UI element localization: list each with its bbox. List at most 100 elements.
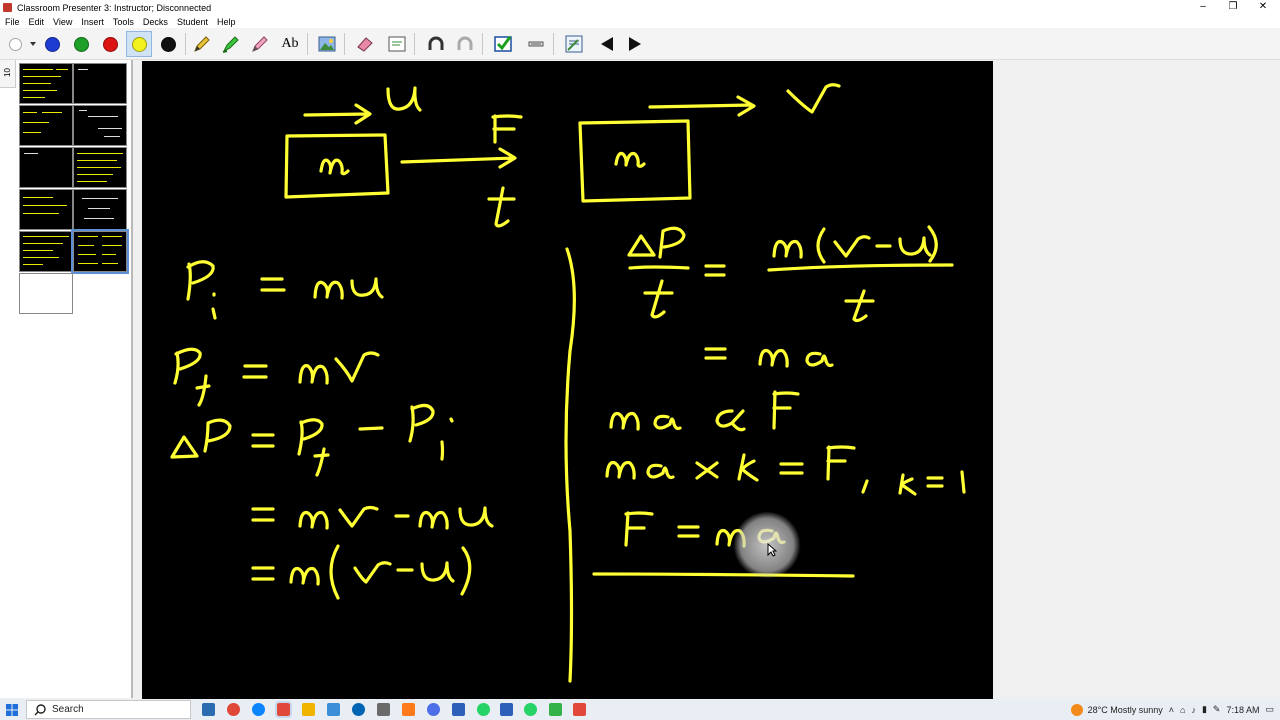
toolbar-divider bbox=[344, 33, 345, 55]
notification-icon[interactable]: ▭ bbox=[1265, 704, 1274, 715]
media-icon[interactable] bbox=[477, 703, 490, 716]
red-pen-button[interactable] bbox=[97, 31, 123, 57]
battery-icon[interactable]: ▮ bbox=[1202, 704, 1207, 715]
blue-pen-button[interactable] bbox=[39, 31, 65, 57]
image-icon bbox=[318, 36, 336, 52]
store-icon[interactable] bbox=[327, 703, 340, 716]
menu-help[interactable]: Help bbox=[217, 17, 236, 27]
slide-thumbnail-6[interactable] bbox=[73, 147, 127, 188]
edge-icon[interactable] bbox=[252, 703, 265, 716]
ink-letter-F bbox=[491, 114, 523, 144]
insert-image-button[interactable] bbox=[314, 31, 340, 57]
redo-button[interactable] bbox=[452, 31, 478, 57]
menu-tools[interactable]: Tools bbox=[113, 17, 134, 27]
volume-icon[interactable]: ♪ bbox=[1191, 705, 1196, 715]
text-tool-button[interactable]: Ab bbox=[277, 31, 303, 57]
camtasia-icon[interactable] bbox=[549, 703, 562, 716]
slide-layout-icon bbox=[565, 35, 583, 53]
presenter-icon[interactable] bbox=[573, 703, 586, 716]
network-icon[interactable]: ⌂ bbox=[1180, 705, 1185, 715]
ink-pf-2 bbox=[297, 418, 330, 477]
slide-thumbnail-7[interactable] bbox=[19, 189, 73, 230]
chrome-icon[interactable] bbox=[352, 703, 365, 716]
undo-button[interactable] bbox=[423, 31, 449, 57]
menu-insert[interactable]: Insert bbox=[81, 17, 104, 27]
ink-m-v-u bbox=[289, 544, 472, 600]
submit-slide-button[interactable] bbox=[490, 31, 516, 57]
arrow-right-icon bbox=[629, 37, 641, 51]
mail-icon[interactable] bbox=[377, 703, 390, 716]
previous-slide-button[interactable] bbox=[594, 31, 620, 57]
ink-ma-k-f bbox=[605, 445, 966, 496]
ink-underline bbox=[592, 572, 855, 578]
link-button[interactable] bbox=[523, 31, 549, 57]
camera-icon[interactable] bbox=[402, 703, 415, 716]
ink-box-left bbox=[284, 133, 390, 199]
minimize-button[interactable]: – bbox=[1188, 0, 1218, 15]
slide-thumbnail-5[interactable] bbox=[19, 147, 73, 188]
menu-file[interactable]: File bbox=[5, 17, 20, 27]
eraser-pen-button[interactable] bbox=[247, 31, 273, 57]
menu-edit[interactable]: Edit bbox=[29, 17, 45, 27]
slide-canvas[interactable] bbox=[142, 61, 993, 699]
weather-text[interactable]: 28°C Mostly sunny bbox=[1088, 705, 1163, 715]
ink-mv-mu bbox=[298, 505, 494, 530]
pen-style-dropdown[interactable] bbox=[28, 31, 38, 57]
ink-letter-v bbox=[786, 83, 841, 114]
highlighter-icon bbox=[222, 36, 239, 53]
slide-layout-button[interactable] bbox=[561, 31, 587, 57]
slide-thumbnail-1[interactable] bbox=[19, 63, 73, 104]
next-slide-button[interactable] bbox=[622, 31, 648, 57]
slide-thumbnail-11[interactable] bbox=[19, 273, 73, 314]
toolbar-divider bbox=[414, 33, 415, 55]
search-placeholder: Search bbox=[52, 704, 84, 715]
search-icon bbox=[34, 703, 46, 715]
yellow-pen-button[interactable] bbox=[126, 31, 152, 57]
ink-pf bbox=[173, 347, 211, 407]
file-explorer-icon[interactable] bbox=[302, 703, 315, 716]
pen-style-button[interactable] bbox=[2, 31, 28, 57]
slide-thumbnail-9[interactable] bbox=[19, 231, 73, 272]
clock[interactable]: 7:18 AM bbox=[1226, 705, 1259, 715]
taskbar-search[interactable]: Search bbox=[26, 700, 191, 719]
ink-delta-p bbox=[170, 418, 232, 459]
toolbar: Ab bbox=[0, 28, 1280, 60]
slide-thumbnail-3[interactable] bbox=[19, 105, 73, 146]
slide-thumbnail-8[interactable] bbox=[73, 189, 127, 230]
window-title: Classroom Presenter 3: Instructor; Disco… bbox=[17, 2, 212, 13]
whatsapp-icon[interactable] bbox=[524, 703, 537, 716]
slide-thumbnail-4[interactable] bbox=[73, 105, 127, 146]
filmstrip-tab[interactable]: 10 bbox=[0, 60, 16, 88]
start-button[interactable] bbox=[0, 699, 24, 720]
outlook-icon[interactable] bbox=[452, 703, 465, 716]
green-pen-button[interactable] bbox=[68, 31, 94, 57]
copilot-icon[interactable] bbox=[227, 703, 240, 716]
task-view-icon[interactable] bbox=[202, 703, 215, 716]
menu-student[interactable]: Student bbox=[177, 17, 208, 27]
menu-decks[interactable]: Decks bbox=[143, 17, 168, 27]
word-icon[interactable] bbox=[500, 703, 513, 716]
ink-letter-t-top bbox=[487, 186, 516, 228]
black-pen-button[interactable] bbox=[155, 31, 181, 57]
classroom-presenter-taskbar-icon[interactable] bbox=[275, 701, 292, 718]
tray-chevron-icon[interactable]: ˄ bbox=[1169, 705, 1174, 715]
highlighter-tool-button[interactable] bbox=[218, 31, 244, 57]
ink-m-v-u-t bbox=[767, 225, 954, 323]
maximize-button[interactable]: ❐ bbox=[1218, 0, 1248, 15]
clear-slide-button[interactable] bbox=[384, 31, 410, 57]
toolbar-divider bbox=[482, 33, 483, 55]
slide-thumbnail-2[interactable] bbox=[73, 63, 127, 104]
pen-tool-button[interactable] bbox=[189, 31, 215, 57]
pencil-eraser-icon bbox=[252, 36, 268, 52]
ink-divider-line bbox=[564, 247, 576, 683]
ink-eq-1 bbox=[260, 277, 286, 292]
pen-icon[interactable]: ✎ bbox=[1213, 704, 1221, 715]
redo-icon bbox=[457, 36, 473, 50]
slide-thumbnail-10[interactable] bbox=[71, 229, 129, 274]
eraser-button[interactable] bbox=[352, 31, 378, 57]
menu-view[interactable]: View bbox=[53, 17, 72, 27]
windows-logo-icon bbox=[6, 703, 18, 716]
close-button[interactable]: ✕ bbox=[1248, 0, 1278, 15]
system-tray: 28°C Mostly sunny ˄ ⌂ ♪ ▮ ✎ 7:18 AM ▭ bbox=[1070, 699, 1280, 720]
firefox-icon[interactable] bbox=[427, 703, 440, 716]
